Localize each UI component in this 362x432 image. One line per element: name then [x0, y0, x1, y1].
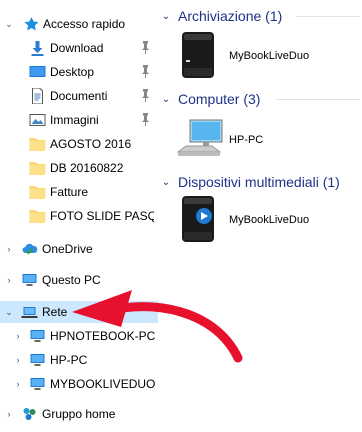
chevron-down-icon[interactable]: ⌄	[4, 301, 14, 323]
device-tile[interactable]: MyBookLiveDuo	[174, 192, 360, 248]
nav-label: Immagini	[50, 113, 99, 127]
tile-label: MyBookLiveDuo	[229, 50, 310, 62]
group-header-computer[interactable]: ⌄ Computer (3)	[158, 89, 261, 109]
pin-icon[interactable]	[141, 113, 150, 126]
nav-label: OneDrive	[42, 242, 93, 256]
tile-label: HP-PC	[229, 134, 264, 146]
group-header-storage[interactable]: ⌄ Archiviazione (1)	[158, 6, 282, 26]
folder-icon	[29, 162, 46, 175]
homegroup-icon	[23, 408, 36, 420]
nav-label: HPNOTEBOOK-PC	[50, 329, 156, 343]
navigation-pane: ⌄ Accesso rapido Download Desktop Docume…	[0, 0, 158, 432]
nav-label: Gruppo home	[42, 407, 116, 421]
nav-item-network-computer[interactable]: › HPNOTEBOOK-PC	[0, 325, 158, 347]
nav-quick-access[interactable]: ⌄ Accesso rapido	[0, 13, 158, 35]
folder-icon	[29, 210, 46, 223]
nav-label: Rete	[42, 305, 68, 319]
pictures-icon	[29, 114, 46, 126]
chevron-down-icon[interactable]: ⌄	[158, 94, 174, 105]
chevron-right-icon[interactable]: ›	[13, 325, 23, 347]
nav-item-network-computer[interactable]: › HP-PC	[0, 349, 158, 371]
nav-item-this-pc[interactable]: › Questo PC	[0, 269, 158, 291]
desktop-icon	[29, 66, 46, 77]
group-title: Computer (3)	[178, 91, 261, 107]
chevron-right-icon[interactable]: ›	[4, 403, 14, 425]
nav-label: AGOSTO 2016	[50, 137, 132, 151]
chevron-down-icon[interactable]: ⌄	[4, 13, 14, 35]
nas-drive-icon	[182, 32, 214, 78]
nav-label: Fatture	[50, 185, 89, 199]
tile-label: MyBookLiveDuo	[229, 214, 310, 226]
group-title: Archiviazione (1)	[178, 8, 283, 24]
nav-label: MYBOOKLIVEDUO	[50, 377, 156, 391]
device-tile[interactable]: HP-PC	[174, 110, 360, 166]
nav-item-network[interactable]: ⌄ Rete	[0, 301, 158, 323]
folder-icon	[29, 138, 46, 151]
nav-item-folder[interactable]: FOTO SLIDE PASQUA	[0, 205, 158, 227]
group-divider	[296, 16, 360, 17]
documents-icon	[32, 88, 43, 104]
computer-icon	[22, 274, 37, 286]
chevron-right-icon[interactable]: ›	[4, 269, 14, 291]
star-icon	[24, 17, 39, 31]
group-divider	[276, 99, 360, 100]
chevron-down-icon[interactable]: ⌄	[158, 11, 174, 22]
nav-label: FOTO SLIDE PASQUA	[50, 209, 154, 223]
network-icon	[21, 307, 38, 318]
nav-label: Desktop	[50, 65, 95, 79]
media-device-icon	[182, 196, 214, 242]
nav-item-network-computer[interactable]: › MYBOOKLIVEDUO	[0, 373, 158, 395]
pin-icon[interactable]	[141, 89, 150, 102]
pin-icon[interactable]	[141, 41, 150, 54]
chevron-right-icon[interactable]: ›	[13, 373, 23, 395]
nav-item-documents[interactable]: Documenti	[0, 85, 158, 107]
nav-item-folder[interactable]: DB 20160822	[0, 157, 158, 179]
nav-item-desktop[interactable]: Desktop	[0, 61, 158, 83]
chevron-down-icon[interactable]: ⌄	[158, 177, 174, 188]
nav-item-download[interactable]: Download	[0, 37, 158, 59]
nav-label: Questo PC	[42, 273, 101, 287]
nav-label: HP-PC	[50, 353, 88, 367]
folder-icon	[29, 186, 46, 199]
nav-label: Download	[50, 41, 104, 55]
group-header-media[interactable]: ⌄ Dispositivi multimediali (1)	[158, 172, 340, 192]
chevron-right-icon[interactable]: ›	[4, 238, 14, 260]
pin-icon[interactable]	[141, 65, 150, 78]
onedrive-icon	[22, 243, 38, 255]
computer-icon	[176, 119, 223, 156]
nav-label: Accesso rapido	[43, 17, 126, 31]
nav-item-folder[interactable]: AGOSTO 2016	[0, 133, 158, 155]
device-tile[interactable]: MyBookLiveDuo	[174, 28, 360, 84]
content-pane: ⌄ Archiviazione (1) MyBookLiveDuo ⌄ Comp…	[158, 0, 362, 432]
nav-label: Documenti	[50, 89, 108, 103]
computer-icon	[30, 330, 45, 342]
nav-item-pictures[interactable]: Immagini	[0, 109, 158, 131]
nav-item-homegroup[interactable]: › Gruppo home	[0, 403, 158, 425]
chevron-right-icon[interactable]: ›	[13, 349, 23, 371]
nav-item-folder[interactable]: Fatture	[0, 181, 158, 203]
nav-label: DB 20160822	[50, 161, 124, 175]
computer-icon	[30, 354, 45, 366]
group-title: Dispositivi multimediali (1)	[178, 174, 340, 190]
nav-item-onedrive[interactable]: › OneDrive	[0, 238, 158, 260]
computer-icon	[30, 378, 45, 390]
download-icon	[31, 41, 44, 56]
